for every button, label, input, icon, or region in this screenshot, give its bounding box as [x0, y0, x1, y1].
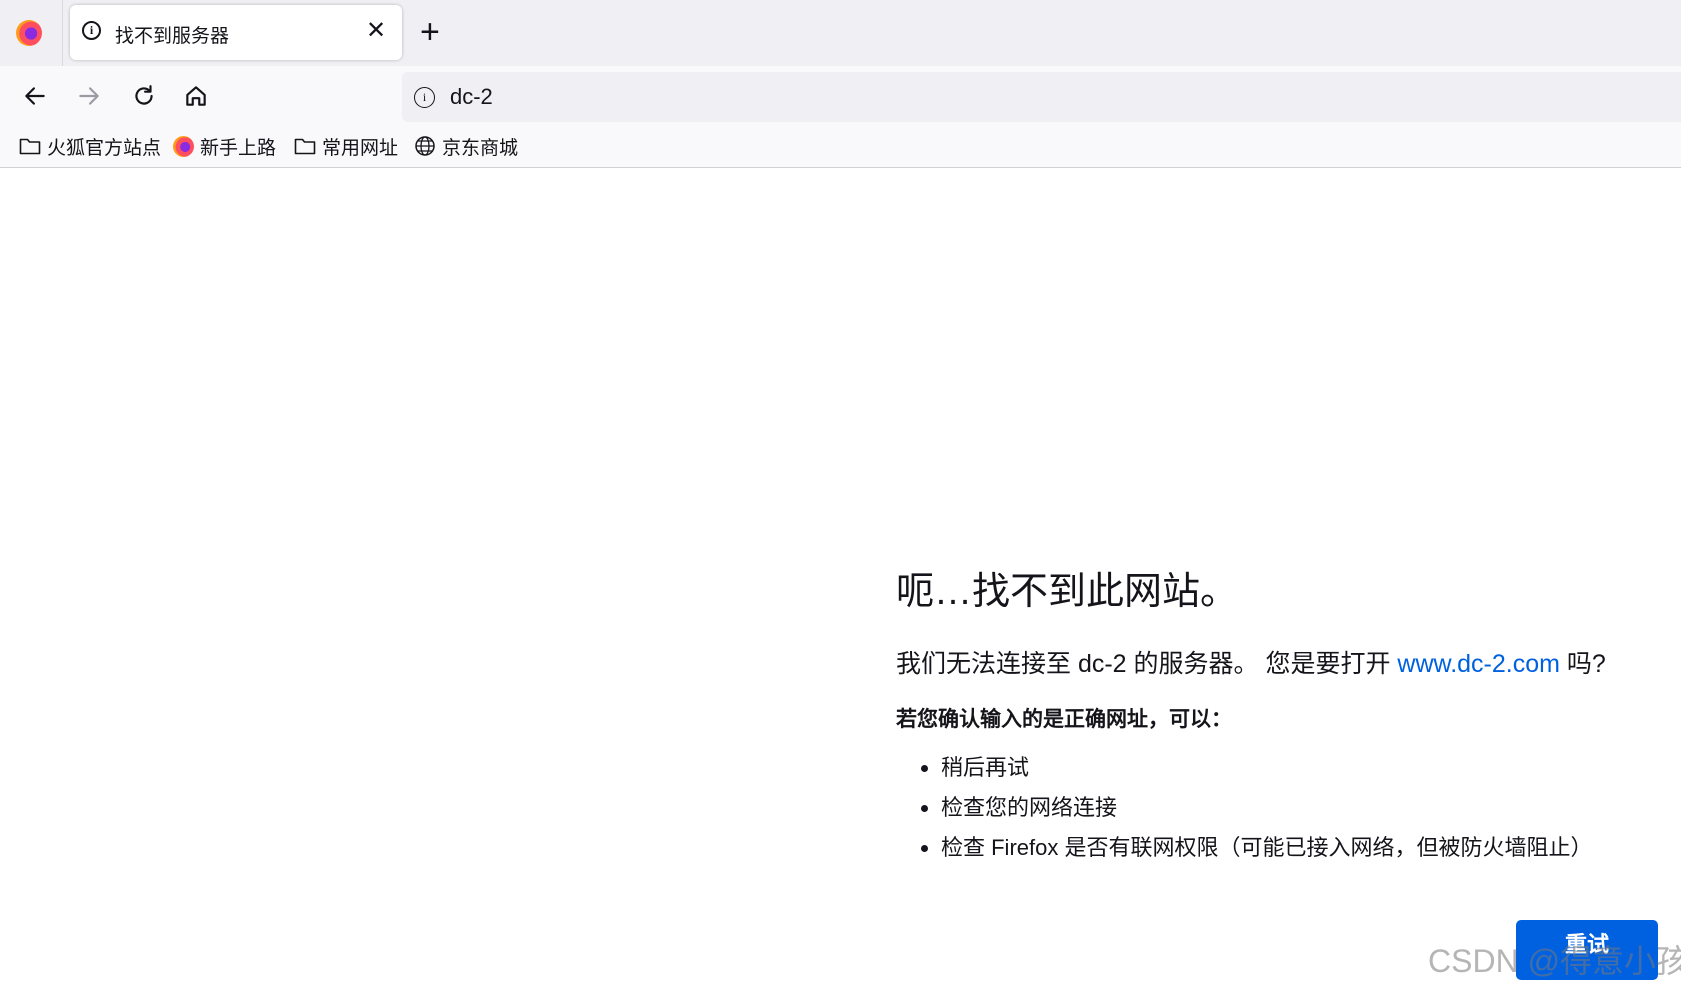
url-text[interactable]: dc-2: [450, 84, 493, 110]
bookmark-label: 京东商城: [442, 137, 519, 159]
back-button[interactable]: [17, 78, 53, 114]
new-tab-button[interactable]: +: [420, 14, 440, 50]
forward-button[interactable]: [71, 78, 107, 114]
close-icon[interactable]: ✕: [366, 17, 386, 45]
error-description-text: 我们无法连接至 dc-2 的服务器。 您是要打开: [896, 650, 1398, 678]
site-info-icon[interactable]: i: [414, 87, 435, 108]
url-bar[interactable]: i dc-2: [402, 72, 1681, 122]
error-title: 呃…找不到此网站。: [896, 571, 1239, 613]
bookmark-common-sites[interactable]: 常用网址: [294, 133, 398, 159]
folder-icon: [294, 136, 316, 156]
list-item: 检查 Firefox 是否有联网权限（可能已接入网络，但被防火墙阻止）: [896, 828, 1592, 868]
reload-icon: [135, 85, 153, 105]
list-item: 稍后再试: [896, 748, 1592, 788]
suggestion-list: 稍后再试 检查您的网络连接 检查 Firefox 是否有联网权限（可能已接入网络…: [896, 748, 1592, 868]
navigation-toolbar: i dc-2: [0, 66, 1681, 126]
bookmark-firefox-official[interactable]: 火狐官方站点: [19, 133, 161, 159]
tab-title: 找不到服务器: [115, 26, 230, 47]
firefox-icon[interactable]: [16, 20, 42, 46]
tab-strip: i 找不到服务器 ✕ +: [0, 0, 1681, 66]
bookmark-label: 火狐官方站点: [47, 137, 162, 159]
bookmark-jd[interactable]: 京东商城: [414, 133, 518, 159]
tab-separator: [62, 0, 63, 66]
forward-arrow-icon: [79, 87, 99, 105]
firefox-icon: [173, 135, 194, 157]
list-item: 检查您的网络连接: [896, 788, 1592, 828]
folder-icon: [19, 136, 41, 156]
home-icon: [186, 86, 206, 106]
reload-button[interactable]: [126, 78, 162, 114]
watermark: CSDN @得意小孩: [1428, 943, 1681, 979]
active-tab[interactable]: i 找不到服务器 ✕: [70, 5, 402, 60]
suggested-site-link[interactable]: www.dc-2.com: [1397, 650, 1560, 678]
back-arrow-icon: [25, 87, 45, 105]
error-subtitle: 若您确认输入的是正确网址，可以：: [896, 708, 1232, 731]
bookmark-label: 新手上路: [200, 137, 277, 159]
globe-icon: [414, 135, 436, 157]
error-description: 我们无法连接至 dc-2 的服务器。 您是要打开 www.dc-2.com 吗?: [896, 644, 1606, 680]
home-button[interactable]: [178, 78, 214, 114]
info-icon: i: [82, 21, 101, 40]
bookmarks-toolbar: 火狐官方站点 新手上路 常用网址 京东商城: [0, 126, 1681, 168]
bookmark-getting-started[interactable]: 新手上路: [173, 133, 276, 159]
bookmark-label: 常用网址: [322, 137, 399, 159]
error-description-suffix: 吗?: [1559, 650, 1606, 678]
